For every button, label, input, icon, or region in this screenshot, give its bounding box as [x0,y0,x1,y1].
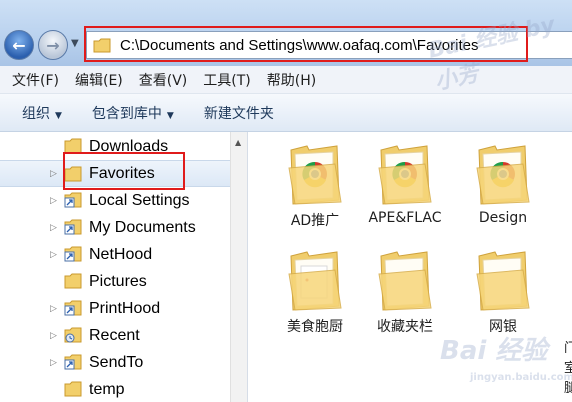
tree-item-label: My Documents [89,218,196,236]
expand-arrow-icon[interactable]: ▷ [50,250,57,260]
shortcut-folder-icon [64,192,82,208]
tree-item-local-settings[interactable]: ▷ Local Settings [0,187,230,214]
new-folder-button[interactable]: 新建文件夹 [204,103,274,123]
folder-item-label: Design [478,210,528,226]
menu-file[interactable]: 文件(F) [12,70,59,90]
chrome-folder-icon [378,145,432,205]
back-arrow-icon: ← [12,35,26,55]
folder-icon [64,166,82,182]
expand-arrow-icon[interactable]: ▷ [50,331,57,341]
expand-arrow-icon[interactable]: ▷ [50,358,57,368]
tree-item-label: SendTo [89,353,144,371]
folder-icon-wrap [360,250,450,312]
menu-tools[interactable]: 工具(T) [203,70,250,90]
tree-item-downloads[interactable]: Downloads [0,133,230,160]
shortcut-folder-icon [64,246,82,262]
folder-item[interactable]: 网银 [458,250,548,336]
tree-item-pictures[interactable]: Pictures [0,268,230,295]
chrome-folder-icon [288,145,342,205]
expand-arrow-icon[interactable]: ▷ [50,169,57,179]
dropdown-arrow-icon: ▼ [166,110,174,121]
tree-item-label: Downloads [89,137,169,155]
command-bar: 组织 ▼ 包含到库中 ▼ 新建文件夹 [0,94,572,132]
folder-icon [476,251,530,311]
folder-item[interactable]: 美食胞厨 [270,250,360,336]
navigation-scrollbar[interactable]: ▲ [230,132,247,402]
folder-icon-wrap [458,144,548,206]
folder-icon-wrap [360,144,450,206]
shortcut-folder-icon [64,300,82,316]
partial-item-text: 腿 [564,381,572,396]
menu-help[interactable]: 帮助(H) [267,70,316,90]
document-folder-icon [288,251,342,311]
menu-edit[interactable]: 编辑(E) [75,70,123,90]
shortcut-folder-icon [64,354,82,370]
scroll-up-icon[interactable]: ▲ [235,138,241,147]
tree-item-label: temp [89,380,125,398]
folder-icon-wrap [458,250,548,312]
tree-item-label: Local Settings [89,191,190,209]
folder-item[interactable]: 收藏夹栏 [360,250,450,336]
dropdown-arrow-icon: ▼ [55,110,62,121]
folder-icon-wrap [270,250,360,312]
folder-icon [64,381,82,397]
folder-item-label: 网银 [489,319,517,335]
navigation-pane: Downloads ▷ Favorites ▷ Local Settings ▷ My Do… [0,132,230,402]
forward-arrow-icon: → [46,35,60,55]
recent-pages-dropdown[interactable]: ▼ [71,38,79,49]
include-in-library-label: 包含到库中 [91,105,162,122]
recent-folder-icon [64,327,82,343]
menu-view[interactable]: 查看(V) [139,70,188,90]
folder-item[interactable]: Design [458,144,548,226]
tree-item-label: Recent [89,326,140,344]
tree-item-favorites[interactable]: ▷ Favorites [0,160,230,187]
include-in-library-button[interactable]: 包含到库中 ▼ [92,103,174,123]
address-bar[interactable]: C:\Documents and Settings\www.oafaq.com\… [86,31,528,59]
tree-item-printhood[interactable]: ▷ PrintHood [0,295,230,322]
folder-icon [93,38,111,52]
folder-item-label: APE&FLAC [368,210,442,226]
partial-item-text: 门 [564,341,572,356]
folder-item[interactable]: APE&FLAC [360,144,450,226]
back-button[interactable]: ← [4,30,34,60]
organize-label: 组织 [22,105,50,122]
tree-item-nethood[interactable]: ▷ NetHood [0,241,230,268]
expand-arrow-icon[interactable]: ▷ [50,196,57,206]
folder-item-label: 美食胞厨 [287,319,343,335]
address-bar-extension [528,31,572,59]
organize-button[interactable]: 组织 ▼ [22,103,62,123]
folder-item[interactable]: AD推广 [270,144,360,230]
tree-item-label: Pictures [89,272,147,290]
folder-icon [378,251,432,311]
folder-item-label: AD推广 [290,213,340,229]
tree-item-label: PrintHood [89,299,161,317]
folder-item-label: 收藏夹栏 [377,319,433,335]
tree-item-label: Favorites [89,164,155,182]
content-pane: 门 室 腿 AD推广 APE&FLAC Design 美食胞厨 收藏夹栏 网银 [248,132,572,402]
folder-icon [64,273,82,289]
shortcut-folder-icon [64,219,82,235]
tree-item-temp[interactable]: temp [0,376,230,402]
folder-icon [64,138,82,154]
tree-item-recent[interactable]: ▷ Recent [0,322,230,349]
tree-item-my-documents[interactable]: ▷ My Documents [0,214,230,241]
expand-arrow-icon[interactable]: ▷ [50,304,57,314]
forward-button[interactable]: → [38,30,68,60]
tree-item-sendto[interactable]: ▷ SendTo [0,349,230,376]
partial-item-text: 室 [564,361,572,376]
folder-icon-wrap [270,144,360,206]
tree-item-label: NetHood [89,245,153,263]
chrome-folder-icon [476,145,530,205]
address-path: C:\Documents and Settings\www.oafaq.com\… [120,36,479,54]
title-bar: ← → ▼ C:\Documents and Settings\www.oafa… [0,0,572,66]
expand-arrow-icon[interactable]: ▷ [50,223,57,233]
menu-bar: 文件(F) 编辑(E) 查看(V) 工具(T) 帮助(H) [0,66,572,94]
